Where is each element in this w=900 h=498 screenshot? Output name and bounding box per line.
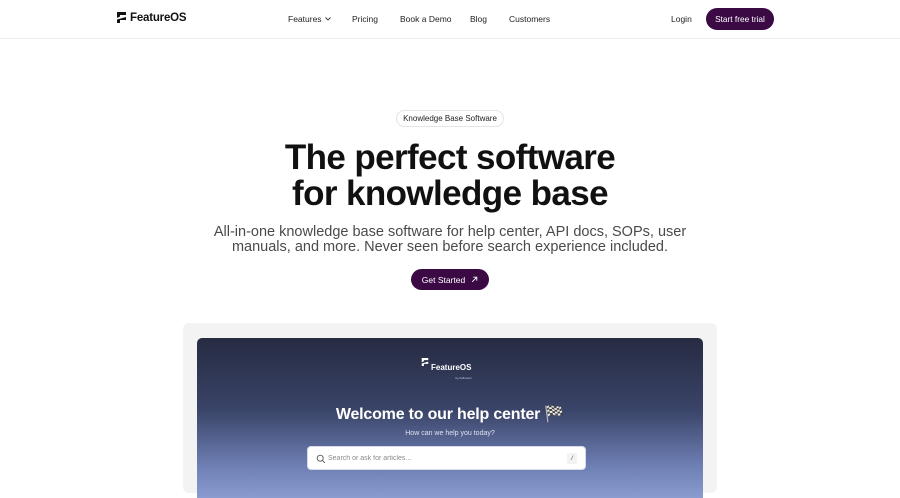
start-free-trial-button[interactable]: Start free trial — [706, 8, 774, 30]
nav-item-book-demo[interactable]: Book a Demo — [400, 14, 452, 24]
preview-search-box[interactable]: / — [307, 446, 586, 470]
nav-item-pricing[interactable]: Pricing — [352, 14, 378, 24]
nav-features-label: Features — [288, 14, 322, 24]
nav-item-customers[interactable]: Customers — [509, 14, 550, 24]
preview-search-input[interactable] — [328, 451, 558, 465]
login-link[interactable]: Login — [671, 14, 692, 24]
preview-brand-logo: FeatureOS by hellonext — [421, 357, 471, 380]
hero-subtitle-line-2: manuals, and more. Never seen before sea… — [231, 239, 669, 255]
get-started-label: Get Started — [421, 274, 466, 285]
preview-subtitle: How can we help you today? — [405, 430, 495, 437]
search-icon — [316, 454, 326, 464]
get-started-button[interactable]: Get Started — [411, 269, 489, 290]
help-center-preview: FeatureOS by hellonext Welcome to our he… — [197, 338, 703, 498]
hero-title-line-1: The perfect software — [284, 138, 616, 177]
nav-item-blog[interactable]: Blog — [470, 14, 487, 24]
hero-title: The perfect software for knowledge base — [0, 140, 900, 212]
featureos-logo-icon — [421, 358, 429, 366]
hero-subtitle: All-in-one knowledge base software for h… — [0, 225, 900, 255]
brand-logo[interactable]: FeatureOS — [116, 11, 187, 24]
arrow-up-right-icon — [472, 276, 478, 283]
hero-subtitle-line-1: All-in-one knowledge base software for h… — [213, 224, 687, 240]
nav-item-features[interactable]: Features — [288, 14, 331, 24]
preview-title: Welcome to our help center 🏁 — [335, 406, 565, 423]
chevron-down-icon — [324, 17, 331, 21]
search-shortcut-key: / — [567, 453, 577, 464]
featureos-logo-icon — [117, 12, 126, 23]
hero-title-line-2: for knowledge base — [292, 174, 609, 213]
preview-brand-name: FeatureOS — [431, 363, 472, 372]
preview-brand-sub: by hellonext — [455, 376, 472, 380]
brand-name: FeatureOS — [130, 11, 187, 24]
category-badge: Knowledge Base Software — [396, 110, 504, 127]
site-header: FeatureOS Features Pricing Book a Demo B… — [0, 0, 900, 39]
